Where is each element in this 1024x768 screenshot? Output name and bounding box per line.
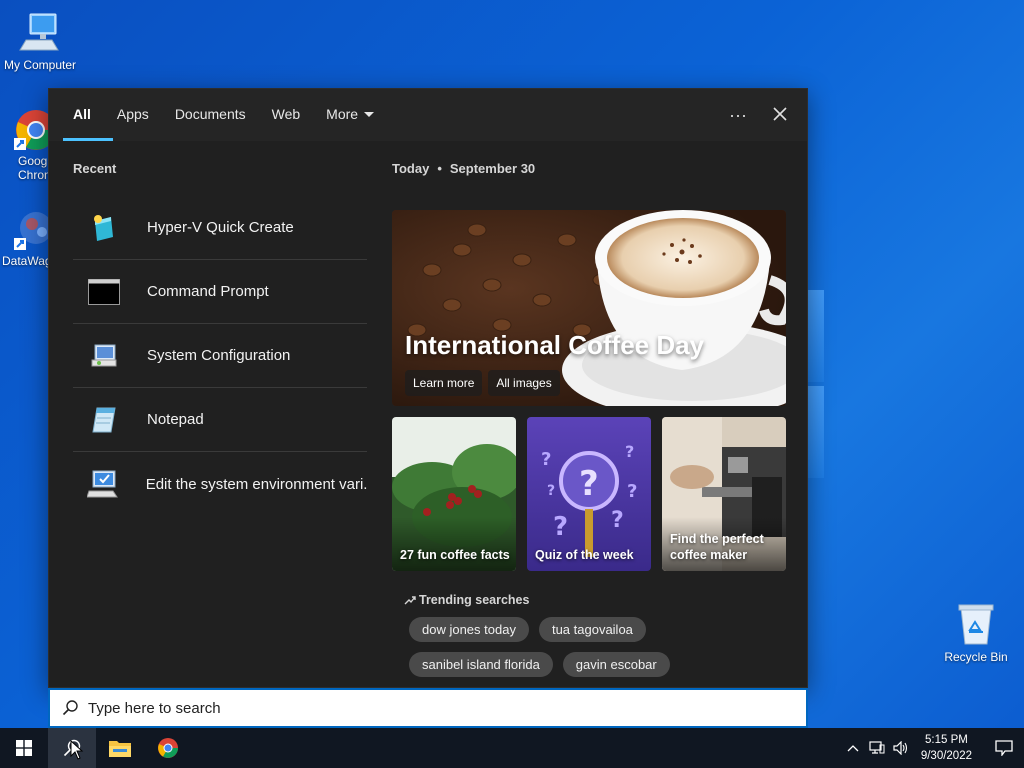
today-section: Today • September 30 International Coffe… [392,161,786,677]
search-tabs-bar: All Apps Documents Web More ··· [49,89,807,141]
taskbar-search-box[interactable] [48,688,808,728]
recent-item-edit-env-vars[interactable]: Edit the system environment vari... [73,452,367,516]
svg-text:?: ? [625,442,634,461]
svg-text:?: ? [547,483,555,499]
card-coffee-maker[interactable]: Find the perfect coffee maker [662,417,786,571]
taskbar: 5:15 PM 9/30/2022 [0,728,1024,768]
recent-item-system-configuration[interactable]: System Configuration [73,324,367,388]
chevron-up-icon [847,745,859,752]
hero-card[interactable]: International Coffee Day Learn more All … [392,210,786,406]
tab-all[interactable]: All [63,89,113,141]
taskbar-clock[interactable]: 5:15 PM 9/30/2022 [921,732,972,764]
windows-logo-icon [16,740,32,756]
trending-chip[interactable]: tua tagovailoa [538,617,646,642]
desktop-icon-chrome[interactable]: Goog Chron [0,108,56,182]
desktop-icon-label: Goog Chron [18,154,51,182]
svg-text:?: ? [579,464,599,504]
svg-text:?: ? [541,449,551,470]
network-icon [869,741,885,754]
chrome-icon [158,738,178,758]
trending-title-label: Trending searches [419,593,530,607]
wallpaper-logo-pane [808,386,824,478]
clock-date: 9/30/2022 [920,750,972,762]
tab-apps[interactable]: Apps [117,89,149,141]
cmd-icon [87,275,121,309]
recent-item-label: Hyper-V Quick Create [147,219,294,236]
tab-documents[interactable]: Documents [175,89,246,141]
desktop-icon-my-computer[interactable]: My Computer [0,10,82,72]
recent-item-label: Edit the system environment vari... [145,475,367,493]
recent-item-label: Notepad [147,411,204,428]
all-images-button[interactable]: All images [488,370,560,396]
clock-time: 5:15 PM [925,734,968,746]
svg-text:?: ? [611,508,624,533]
folder-icon [109,741,131,757]
svg-text:?: ? [627,481,637,502]
system-tray: 5:15 PM 9/30/2022 [841,728,1024,768]
recent-section: Recent Hyper-V Quick Create Command Prom… [73,161,367,516]
hero-title: International Coffee Day [405,330,705,360]
search-input[interactable] [88,699,806,717]
search-panel: All Apps Documents Web More ··· Recent H… [48,88,808,688]
card-coffee-facts[interactable]: 27 fun coffee facts [392,417,516,571]
desktop-icon-label: DataWag [2,254,52,268]
chevron-down-icon [364,112,375,117]
env-vars-icon [87,467,120,501]
taskbar-file-explorer[interactable] [96,728,144,768]
wallpaper-logo-pane [808,290,824,382]
tab-more-label: More [326,106,359,122]
volume-button[interactable] [889,741,913,755]
svg-text:?: ? [553,512,568,542]
card-label: Find the perfect coffee maker [670,532,764,562]
recycle-bin-icon [955,602,997,646]
volume-icon [893,741,907,755]
today-date: September 30 [449,161,536,176]
network-button[interactable] [865,741,889,755]
close-button[interactable] [773,105,787,126]
show-hidden-icons-button[interactable] [841,744,865,752]
mouse-cursor-icon [70,740,84,760]
today-date-line: Today • September 30 [392,161,536,176]
recent-item-label: Command Prompt [147,283,269,300]
recent-title: Recent [73,161,117,176]
more-options-button[interactable]: ··· [729,105,747,126]
desktop-icon-datawag[interactable]: DataWag [0,208,52,268]
desktop-icon-recycle-bin[interactable]: Recycle Bin [934,602,1018,664]
trending-chip[interactable]: gavin escobar [562,652,670,677]
action-center-button[interactable] [984,740,1024,756]
learn-more-button[interactable]: Learn more [405,370,483,396]
desktop-icon-label: My Computer [3,58,77,72]
hyperv-icon [87,211,121,245]
computer-icon [18,10,62,54]
recent-item-hyperv[interactable]: Hyper-V Quick Create [73,196,367,260]
close-icon [773,106,787,121]
tab-web[interactable]: Web [272,89,301,141]
card-label: Quiz of the week [535,548,634,562]
notepad-icon [87,403,121,437]
recent-item-command-prompt[interactable]: Command Prompt [73,260,367,324]
recent-item-notepad[interactable]: Notepad [73,388,367,452]
tab-more[interactable]: More [326,89,375,141]
start-button[interactable] [0,728,48,768]
sysconfig-icon [87,339,121,373]
taskbar-chrome[interactable] [144,728,192,768]
trending-chip[interactable]: dow jones today [409,617,529,642]
desktop-icon-label: Recycle Bin [944,650,1008,664]
trending-arrow-icon [404,596,416,605]
trending-title: Trending searches [404,593,786,607]
card-label: 27 fun coffee facts [400,548,510,562]
today-label: Today [392,161,430,176]
card-quiz[interactable]: ?? ?? ?? ? Quiz of the week [527,417,651,571]
notification-icon [995,740,1013,756]
search-icon [62,700,78,716]
trending-section: Trending searches dow jones today tua ta… [404,593,786,677]
recent-item-label: System Configuration [147,347,291,364]
trending-chip[interactable]: sanibel island florida [409,652,553,677]
